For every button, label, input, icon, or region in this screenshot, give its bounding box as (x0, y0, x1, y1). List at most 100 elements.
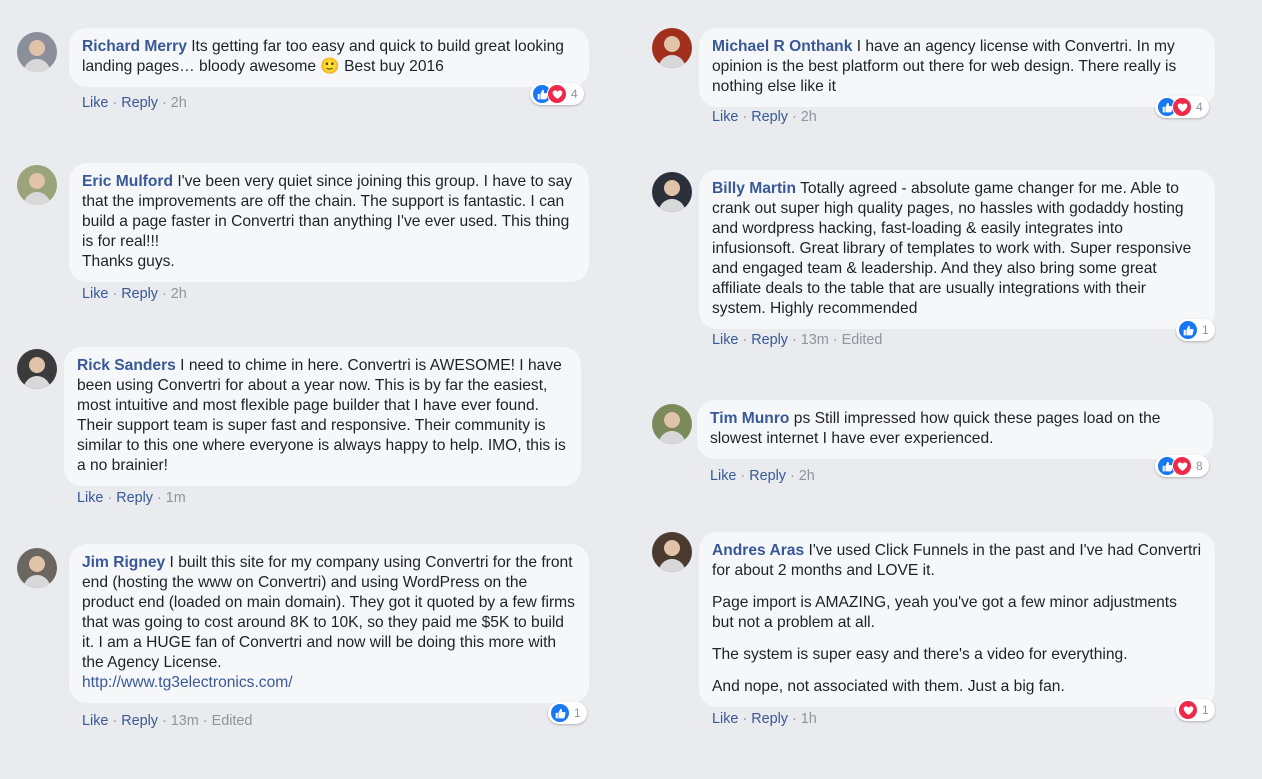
separator: · (107, 490, 113, 506)
comment-text: Jim Rigney I built this site for my comp… (82, 553, 576, 673)
separator: · (792, 711, 797, 727)
avatar[interactable] (17, 32, 57, 72)
avatar[interactable] (652, 172, 692, 212)
reply-link[interactable]: Reply (116, 490, 153, 506)
reply-link[interactable]: Reply (751, 109, 788, 125)
comment-text: Rick Sanders I need to chime in here. Co… (77, 356, 568, 476)
love-icon (1178, 700, 1198, 720)
comment-text: Page import is AMAZING, yeah you've got … (712, 593, 1202, 633)
author-name[interactable]: Andres Aras (712, 542, 804, 559)
separator: · (162, 713, 167, 729)
timestamp[interactable]: 2h (171, 286, 187, 302)
avatar[interactable] (17, 548, 57, 588)
separator: · (157, 490, 162, 506)
comment-actions: Like · Reply · 1h (712, 711, 817, 727)
like-link[interactable]: Like (712, 332, 738, 348)
reply-link[interactable]: Reply (751, 332, 788, 348)
comment-body: I need to chime in here. Convertri is AW… (77, 357, 566, 474)
like-link[interactable]: Like (712, 109, 738, 125)
like-link[interactable]: Like (77, 490, 103, 506)
reactions-summary[interactable]: 1 (1176, 319, 1215, 341)
reaction-count: 4 (571, 87, 578, 101)
comment-body: Totally agreed - absolute game changer f… (712, 180, 1192, 317)
avatar[interactable] (652, 28, 692, 68)
like-link[interactable]: Like (710, 468, 736, 484)
reply-link[interactable]: Reply (121, 95, 158, 111)
like-link[interactable]: Like (712, 711, 738, 727)
author-name[interactable]: Michael R Onthank (712, 38, 852, 55)
like-link[interactable]: Like (82, 713, 108, 729)
separator: · (792, 109, 797, 125)
reaction-count: 1 (574, 706, 581, 720)
comment-text: Michael R Onthank I have an agency licen… (712, 37, 1202, 97)
separator: · (792, 332, 797, 348)
author-name[interactable]: Billy Martin (712, 180, 796, 197)
reaction-count: 4 (1196, 100, 1203, 114)
timestamp[interactable]: 1m (166, 490, 186, 506)
timestamp[interactable]: 2h (171, 95, 187, 111)
separator: · (740, 468, 746, 484)
comment-bubble: Rick Sanders I need to chime in here. Co… (64, 347, 581, 486)
comment-body: Thanks guys. (82, 253, 175, 270)
author-name[interactable]: Rick Sanders (77, 357, 176, 374)
reply-link[interactable]: Reply (121, 286, 158, 302)
comment-body: I built this site for my company using C… (82, 554, 575, 671)
reactions-summary[interactable]: 4 (1155, 96, 1209, 118)
timestamp[interactable]: 13m (171, 713, 199, 729)
avatar[interactable] (17, 165, 57, 205)
like-link[interactable]: Like (82, 286, 108, 302)
comment-text: Richard Merry Its getting far too easy a… (82, 37, 576, 77)
like-link[interactable]: Like (82, 95, 108, 111)
separator: · (112, 286, 118, 302)
comment-actions: Like · Reply · 2h (82, 286, 187, 302)
separator: · (832, 332, 838, 348)
comment-text: Tim Munro ps Still impressed how quick t… (710, 409, 1200, 449)
separator: · (742, 332, 748, 348)
avatar[interactable] (17, 349, 57, 389)
reactions-summary[interactable]: 1 (548, 702, 587, 724)
comment-actions: Like · Reply · 13m · Edited (712, 332, 882, 348)
comment-text: Andres Aras I've used Click Funnels in t… (712, 541, 1202, 581)
separator: · (162, 286, 167, 302)
reactions-summary[interactable]: 4 (530, 83, 584, 105)
comment-bubble: Jim Rigney I built this site for my comp… (69, 544, 589, 703)
comment-bubble: Tim Munro ps Still impressed how quick t… (697, 400, 1213, 459)
comment-bubble: Eric Mulford I've been very quiet since … (69, 163, 589, 282)
comment-body: The system is super easy and there's a v… (712, 646, 1128, 663)
edited-label[interactable]: Edited (212, 713, 253, 729)
comment-text: Billy Martin Totally agreed - absolute g… (712, 179, 1202, 319)
reply-link[interactable]: Reply (751, 711, 788, 727)
comment-actions: Like · Reply · 1m (77, 490, 186, 506)
love-icon (1172, 456, 1192, 476)
author-name[interactable]: Tim Munro (710, 410, 789, 427)
like-icon (1178, 320, 1198, 340)
comment-actions: Like · Reply · 2h (82, 95, 187, 111)
comment-bubble: Michael R Onthank I have an agency licen… (699, 28, 1215, 107)
comment-body: Page import is AMAZING, yeah you've got … (712, 594, 1177, 631)
timestamp[interactable]: 2h (801, 109, 817, 125)
love-icon (1172, 97, 1192, 117)
reactions-summary[interactable]: 1 (1176, 699, 1215, 721)
love-icon (547, 84, 567, 104)
comment-link[interactable]: http://www.tg3electronics.com/ (82, 674, 293, 691)
avatar[interactable] (652, 532, 692, 572)
author-name[interactable]: Eric Mulford (82, 173, 173, 190)
timestamp[interactable]: 2h (799, 468, 815, 484)
reaction-count: 1 (1202, 703, 1209, 717)
edited-label[interactable]: Edited (842, 332, 883, 348)
comment-body: And nope, not associated with them. Just… (712, 678, 1065, 695)
reactions-summary[interactable]: 8 (1155, 455, 1209, 477)
author-name[interactable]: Jim Rigney (82, 554, 165, 571)
author-name[interactable]: Richard Merry (82, 38, 187, 55)
separator: · (202, 713, 208, 729)
like-icon (550, 703, 570, 723)
comment-actions: Like · Reply · 2h (710, 468, 815, 484)
reaction-count: 8 (1196, 459, 1203, 473)
timestamp[interactable]: 1h (801, 711, 817, 727)
timestamp[interactable]: 13m (801, 332, 829, 348)
reply-link[interactable]: Reply (121, 713, 158, 729)
separator: · (112, 713, 118, 729)
comment-bubble: Billy Martin Totally agreed - absolute g… (699, 170, 1215, 329)
reply-link[interactable]: Reply (749, 468, 786, 484)
avatar[interactable] (652, 404, 692, 444)
